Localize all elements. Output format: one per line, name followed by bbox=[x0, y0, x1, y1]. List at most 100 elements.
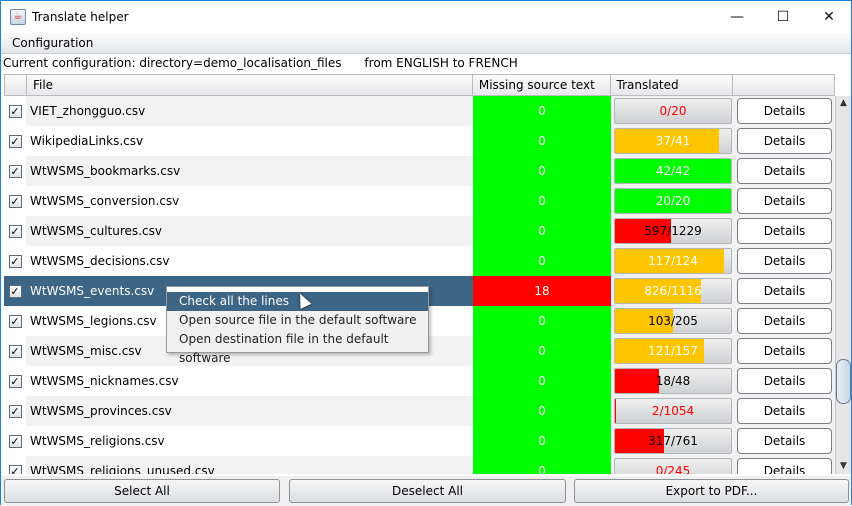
details-cell: Details bbox=[734, 366, 835, 396]
details-button[interactable]: Details bbox=[737, 248, 832, 274]
missing-count: 0 bbox=[473, 126, 611, 156]
row-checkbox[interactable]: ✓ bbox=[9, 405, 22, 418]
row-checkbox[interactable]: ✓ bbox=[9, 135, 22, 148]
table-row[interactable]: ✓ WtWSMS_bookmarks.csv 0 42/42 Details bbox=[4, 156, 835, 186]
row-checkbox[interactable]: ✓ bbox=[9, 315, 22, 328]
translated-cell: 317/761 bbox=[611, 426, 734, 456]
table-row[interactable]: ✓ WtWSMS_religions.csv 0 317/761 Details bbox=[4, 426, 835, 456]
translated-count: 597/1229 bbox=[615, 219, 731, 243]
file-table: ✓ VIET_zhongguo.csv 0 0/20 Details✓ Wiki… bbox=[4, 96, 835, 474]
translated-progress-bar: 317/761 bbox=[614, 428, 732, 454]
details-cell: Details bbox=[734, 426, 835, 456]
translated-cell: 117/124 bbox=[611, 246, 734, 276]
table-row[interactable]: ✓ WtWSMS_cultures.csv 0 597/1229 Details bbox=[4, 216, 835, 246]
details-button[interactable]: Details bbox=[737, 218, 832, 244]
close-button[interactable]: ✕ bbox=[806, 1, 852, 32]
translated-cell: 2/1054 bbox=[611, 396, 734, 426]
missing-count: 0 bbox=[473, 456, 611, 474]
row-checkbox[interactable]: ✓ bbox=[9, 255, 22, 268]
row-checkbox[interactable]: ✓ bbox=[9, 375, 22, 388]
row-checkbox[interactable]: ✓ bbox=[9, 465, 22, 475]
vertical-scrollbar[interactable]: ▲ ▼ bbox=[835, 96, 851, 474]
missing-count: 0 bbox=[473, 336, 611, 366]
details-button[interactable]: Details bbox=[737, 338, 832, 364]
translated-count: 42/42 bbox=[615, 159, 731, 183]
scroll-thumb[interactable] bbox=[836, 359, 851, 404]
scroll-up-icon[interactable]: ▲ bbox=[836, 96, 851, 111]
translated-count: 0/20 bbox=[615, 99, 731, 123]
checkbox-cell: ✓ bbox=[4, 276, 26, 306]
details-cell: Details bbox=[734, 216, 835, 246]
table-row[interactable]: ✓ VIET_zhongguo.csv 0 0/20 Details bbox=[4, 96, 835, 126]
menu-open-destination-file[interactable]: Open destination file in the default sof… bbox=[167, 330, 428, 349]
file-name: WtWSMS_bookmarks.csv bbox=[26, 156, 473, 186]
row-checkbox[interactable]: ✓ bbox=[9, 435, 22, 448]
checkbox-cell: ✓ bbox=[4, 306, 26, 336]
details-button[interactable]: Details bbox=[737, 428, 832, 454]
deselect-all-button[interactable]: Deselect All bbox=[289, 479, 566, 503]
table-row[interactable]: ✓ WtWSMS_religions_unused.csv 0 0/245 De… bbox=[4, 456, 835, 474]
missing-count: 0 bbox=[473, 156, 611, 186]
header-details[interactable] bbox=[733, 75, 834, 95]
minimize-button[interactable]: — bbox=[714, 1, 760, 32]
menu-configuration[interactable]: Configuration bbox=[12, 36, 93, 50]
details-cell: Details bbox=[734, 456, 835, 474]
missing-count: 0 bbox=[473, 366, 611, 396]
app-window: ☕ Translate helper — ☐ ✕ Configuration C… bbox=[0, 0, 852, 505]
bottom-button-bar: Select All Deselect All Export to PDF... bbox=[1, 476, 851, 506]
header-check[interactable] bbox=[5, 75, 27, 95]
details-button[interactable]: Details bbox=[737, 158, 832, 184]
row-checkbox[interactable]: ✓ bbox=[9, 165, 22, 178]
row-checkbox[interactable]: ✓ bbox=[9, 105, 22, 118]
translated-count: 103/205 bbox=[615, 309, 731, 333]
translated-count: 317/761 bbox=[615, 429, 731, 453]
file-name: WtWSMS_religions.csv bbox=[26, 426, 473, 456]
checkbox-cell: ✓ bbox=[4, 456, 26, 474]
row-checkbox[interactable]: ✓ bbox=[9, 225, 22, 238]
select-all-button[interactable]: Select All bbox=[4, 479, 280, 503]
table-row[interactable]: ✓ WtWSMS_conversion.csv 0 20/20 Details bbox=[4, 186, 835, 216]
file-name: WtWSMS_provinces.csv bbox=[26, 396, 473, 426]
file-name: WtWSMS_religions_unused.csv bbox=[26, 456, 473, 474]
checkbox-cell: ✓ bbox=[4, 156, 26, 186]
window-title: Translate helper bbox=[32, 10, 129, 24]
row-checkbox[interactable]: ✓ bbox=[9, 195, 22, 208]
translated-progress-bar: 20/20 bbox=[614, 188, 732, 214]
table-row[interactable]: ✓ WtWSMS_nicknames.csv 0 18/48 Details bbox=[4, 366, 835, 396]
row-checkbox[interactable]: ✓ bbox=[9, 345, 22, 358]
translated-progress-bar: 2/1054 bbox=[614, 398, 732, 424]
details-button[interactable]: Details bbox=[737, 308, 832, 334]
details-button[interactable]: Details bbox=[737, 188, 832, 214]
translated-cell: 18/48 bbox=[611, 366, 734, 396]
details-button[interactable]: Details bbox=[737, 278, 832, 304]
translated-count: 117/124 bbox=[615, 249, 731, 273]
details-button[interactable]: Details bbox=[737, 398, 832, 424]
translated-progress-bar: 37/41 bbox=[614, 128, 732, 154]
table-row[interactable]: ✓ WtWSMS_decisions.csv 0 117/124 Details bbox=[4, 246, 835, 276]
details-button[interactable]: Details bbox=[737, 128, 832, 154]
header-file[interactable]: File bbox=[27, 75, 473, 95]
details-cell: Details bbox=[734, 156, 835, 186]
translated-cell: 597/1229 bbox=[611, 216, 734, 246]
scroll-down-icon[interactable]: ▼ bbox=[836, 459, 851, 474]
missing-count: 0 bbox=[473, 396, 611, 426]
translated-cell: 37/41 bbox=[611, 126, 734, 156]
header-translated[interactable]: Translated bbox=[611, 75, 734, 95]
details-cell: Details bbox=[734, 96, 835, 126]
details-button[interactable]: Details bbox=[737, 458, 832, 474]
missing-count: 0 bbox=[473, 306, 611, 336]
maximize-button[interactable]: ☐ bbox=[760, 1, 806, 32]
table-row[interactable]: ✓ WtWSMS_provinces.csv 0 2/1054 Details bbox=[4, 396, 835, 426]
translated-count: 2/1054 bbox=[615, 399, 731, 423]
header-missing[interactable]: Missing source text bbox=[473, 75, 611, 95]
translated-cell: 826/1116 bbox=[611, 276, 734, 306]
table-header: File Missing source text Translated bbox=[4, 74, 835, 96]
details-button[interactable]: Details bbox=[737, 368, 832, 394]
menu-open-source-file[interactable]: Open source file in the default software bbox=[167, 311, 428, 330]
export-pdf-button[interactable]: Export to PDF... bbox=[574, 479, 849, 503]
checkbox-cell: ✓ bbox=[4, 366, 26, 396]
row-checkbox[interactable]: ✓ bbox=[9, 285, 22, 298]
checkbox-cell: ✓ bbox=[4, 246, 26, 276]
table-row[interactable]: ✓ WikipediaLinks.csv 0 37/41 Details bbox=[4, 126, 835, 156]
details-button[interactable]: Details bbox=[737, 98, 832, 124]
